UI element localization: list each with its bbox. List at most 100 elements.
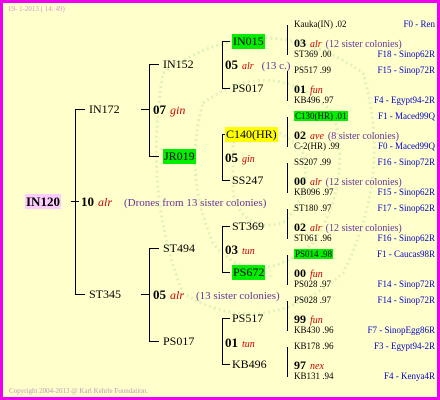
node-ps017-b[interactable]: PS017: [163, 334, 194, 349]
ps017b-num: 01: [225, 335, 238, 350]
st345-num: 05: [153, 287, 166, 302]
connector: [287, 117, 288, 147]
connector: [222, 226, 223, 272]
gen4-ancestor[interactable]: KB096 .97: [294, 187, 334, 197]
st494-symbol: tun: [242, 246, 255, 257]
gen4-ancestor[interactable]: ST180 .97: [294, 203, 332, 213]
connector: [287, 347, 288, 377]
node-st494[interactable]: ST494: [163, 241, 195, 256]
gen4-ancestor[interactable]: Kauka(IN) .02: [294, 19, 346, 29]
in152-note: (13 c.): [261, 60, 291, 72]
root-queen-info: 10 alr (Drones from 13 sister colonies): [81, 193, 266, 211]
connector: [287, 255, 288, 285]
in015-num: 03: [294, 36, 306, 50]
node-ss247[interactable]: SS247: [232, 173, 263, 188]
jr019-queen-info: 05 gin: [225, 149, 255, 167]
node-ps672[interactable]: PS672: [232, 265, 266, 280]
gen4-source: F4 - Egypt94-2R: [373, 95, 435, 105]
connector: [75, 109, 85, 110]
c140-num: 02: [294, 128, 306, 142]
st345-queen-info: 05 alr (13 sister colonies): [153, 286, 280, 304]
connector: [149, 64, 150, 156]
jr019-symbol: gin: [242, 154, 255, 165]
node-in015[interactable]: IN015: [232, 34, 265, 49]
node-jr019[interactable]: JR019: [163, 149, 196, 164]
gen4-ancestor[interactable]: SS207 .99: [294, 157, 331, 167]
gen4-ancestor[interactable]: KB430 .96: [294, 325, 334, 335]
gen4-source: F15 - Sinop72R: [377, 65, 435, 75]
connector: [287, 301, 288, 331]
connector: [149, 341, 159, 342]
ps017b-symbol: tun: [242, 339, 255, 350]
gen4-source: F18 - Sinop62R: [377, 49, 435, 59]
node-st369[interactable]: ST369: [232, 219, 264, 234]
gen4-source: F0 - Maced99Q: [378, 141, 435, 151]
connector: [222, 318, 223, 364]
ss247-num: 00: [294, 174, 306, 188]
node-kb496[interactable]: KB496: [232, 357, 267, 372]
connector: [222, 180, 230, 181]
node-st345[interactable]: ST345: [89, 287, 121, 302]
ps017a-num: 01: [294, 82, 306, 96]
root-note: (Drones from 13 sister colonies): [124, 197, 267, 209]
connector: [149, 64, 159, 65]
st345-symbol: alr: [170, 288, 185, 302]
in172-symbol: gin: [170, 103, 186, 117]
root-name: IN120: [25, 194, 61, 209]
gen4-ancestor[interactable]: KB178 .96: [294, 341, 334, 351]
gen4-ancestor[interactable]: KB496 .97: [294, 95, 334, 105]
in152-symbol: alr: [242, 61, 254, 72]
kb496-num: 97: [294, 358, 306, 372]
connector: [75, 109, 76, 295]
gen4-source: F7 - SinopEgg86R: [367, 325, 435, 335]
connector: [222, 226, 230, 227]
node-in172[interactable]: IN172: [89, 102, 120, 117]
gen4-ancestor[interactable]: KB131 .94: [294, 371, 334, 381]
connector: [149, 248, 150, 341]
timestamp: 19- 1-2013 ( 14: 49): [8, 5, 65, 13]
gen4-ancestor[interactable]: ST061 .96: [294, 233, 332, 243]
connector: [222, 41, 223, 88]
connector: [222, 318, 230, 319]
jr019-num: 05: [225, 150, 238, 165]
connector: [222, 134, 223, 180]
connector: [287, 163, 288, 193]
gen4-source: F17 - Sinop62R: [377, 203, 435, 213]
connector: [287, 209, 288, 239]
node-ps017-a[interactable]: PS017: [232, 81, 263, 96]
ps672-num: 00: [294, 266, 306, 280]
gen4-source: F1 - Caucas98R: [377, 249, 435, 259]
connector: [222, 272, 230, 273]
in152-queen-info: 05 alr (13 c.): [225, 56, 290, 74]
st345-note: (13 sister colonies): [196, 290, 280, 302]
gen4-ancestor[interactable]: PS517 .99: [294, 65, 331, 75]
root-node[interactable]: IN120: [25, 193, 61, 211]
gen4-source: F15 - Sinop62R: [377, 187, 435, 197]
gen4-ancestor[interactable]: C-2(HR) .99: [294, 141, 340, 151]
in172-queen-info: 07 gin: [153, 101, 185, 119]
gen4-ancestor[interactable]: ST369 .00: [294, 49, 332, 59]
gen4-source: F16 - Sinop72R: [377, 157, 435, 167]
st494-num: 03: [225, 242, 238, 257]
node-in152[interactable]: IN152: [163, 57, 194, 72]
gen4-ancestor[interactable]: PS014 .98: [294, 249, 334, 259]
in172-num: 07: [153, 102, 166, 117]
node-ps517[interactable]: PS517: [232, 311, 263, 326]
gen4-ancestor[interactable]: C130(HR) .01: [294, 111, 348, 121]
connector: [287, 71, 288, 101]
gen4-ancestor[interactable]: PS028 .97: [294, 279, 331, 289]
connector: [71, 201, 79, 202]
root-symbol: alr: [98, 195, 113, 209]
pedigree-panel: 19- 1-2013 ( 14: 49) IN120 10 alr (Drone…: [0, 0, 440, 400]
connector: [149, 156, 159, 157]
connector: [141, 294, 149, 295]
gen4-ancestor[interactable]: PS028 .97: [294, 295, 331, 305]
connector: [149, 248, 159, 249]
gen4-source: F3 - Egypt94-2R: [373, 341, 435, 351]
in152-num: 05: [225, 57, 238, 72]
gen4-source: F16 - Sinop62R: [377, 233, 435, 243]
root-num: 10: [81, 194, 94, 209]
node-c140[interactable]: C140(HR): [225, 127, 278, 142]
ps517-num: 99: [294, 312, 306, 326]
ps017b-queen-info: 01 tun: [225, 334, 255, 352]
